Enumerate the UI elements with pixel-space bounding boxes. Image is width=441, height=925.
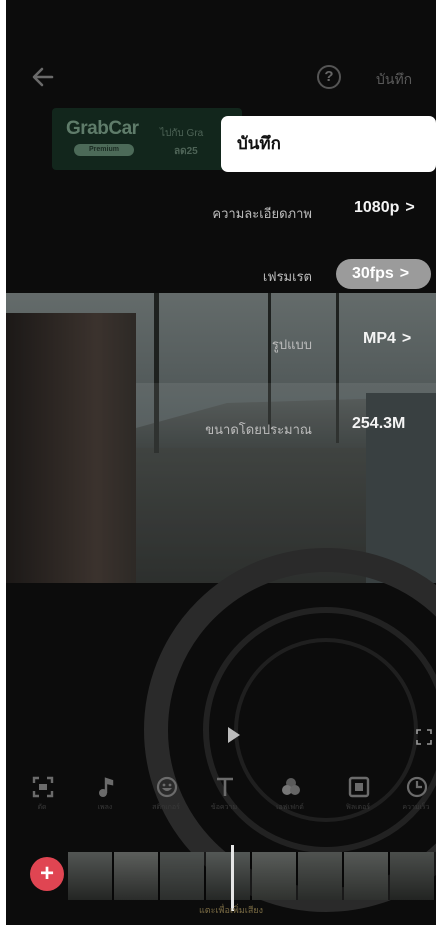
watermark-seal-icon — [144, 548, 436, 912]
tool-effects[interactable]: เอฟเฟกต์ — [268, 776, 312, 822]
tool-crop[interactable]: ตัด — [20, 776, 64, 822]
format-value-text: MP4 — [363, 330, 396, 347]
tool-label: เอฟเฟกต์ — [276, 804, 304, 811]
app-screen: ? บันทึก GrabCar Premium ไปกับ Gra ลด25 … — [6, 0, 436, 925]
music-icon — [99, 777, 114, 797]
format-label: รูปแบบ — [271, 337, 312, 352]
frame-rate-value-text: 30fps — [352, 265, 394, 282]
crop-icon — [32, 776, 54, 798]
resolution-label: ความละเอียดภาพ — [212, 206, 312, 221]
resolution-value[interactable]: 1080p > — [354, 199, 415, 217]
chevron-right-icon: > — [405, 199, 415, 216]
tool-speed[interactable]: ความเร็ว — [394, 776, 436, 822]
frame-rate-label: เฟรมเรต — [262, 269, 312, 284]
sticker-icon — [156, 776, 178, 798]
help-icon[interactable]: ? — [317, 65, 341, 89]
chevron-right-icon: > — [401, 330, 412, 347]
tool-music[interactable]: เพลง — [83, 776, 127, 822]
ad-brand: GrabCar — [66, 118, 139, 139]
tool-sticker[interactable]: สติกเกอร์ — [144, 776, 188, 822]
top-bar: ? บันทึก — [6, 55, 436, 99]
ad-text-line1: ไปกับ Gra — [160, 128, 204, 139]
chevron-right-icon: > — [399, 265, 410, 282]
fullscreen-icon[interactable] — [416, 729, 432, 745]
filter-icon — [348, 776, 370, 798]
tool-label: เพลง — [97, 804, 113, 811]
timeline-strip[interactable] — [68, 852, 436, 900]
tool-label: ตัด — [37, 804, 47, 811]
play-icon[interactable] — [228, 727, 240, 743]
save-top-button[interactable]: บันทึก — [376, 69, 412, 91]
tool-label: ข้อความ — [210, 804, 238, 811]
clock-icon — [406, 776, 428, 798]
tool-label: สติกเกอร์ — [152, 804, 180, 811]
text-icon — [217, 777, 233, 796]
ad-banner[interactable]: GrabCar Premium ไปกับ Gra ลด25 — [52, 108, 242, 170]
ad-text-line2: ลด25 — [174, 146, 198, 157]
timeline-dim-overlay — [68, 852, 436, 900]
resolution-value-text: 1080p — [354, 199, 400, 216]
save-popup-button[interactable]: บันทึก — [221, 116, 436, 172]
frame-rate-value[interactable]: 30fps > — [336, 259, 431, 289]
effects-icon — [282, 778, 300, 795]
format-value[interactable]: MP4 > — [363, 330, 411, 348]
ad-tag: Premium — [74, 144, 134, 156]
add-clip-button[interactable]: + — [30, 857, 64, 891]
tool-label: ความเร็ว — [402, 804, 430, 811]
back-arrow-icon[interactable] — [28, 63, 58, 91]
tool-filter[interactable]: ฟิลเตอร์ — [336, 776, 380, 822]
tool-text[interactable]: ข้อความ — [202, 776, 246, 822]
timeline-playhead[interactable] — [231, 845, 234, 911]
add-audio-caption[interactable]: แตะเพื่อเพิ่มเสียง — [156, 903, 306, 917]
tool-label: ฟิลเตอร์ — [345, 804, 371, 811]
